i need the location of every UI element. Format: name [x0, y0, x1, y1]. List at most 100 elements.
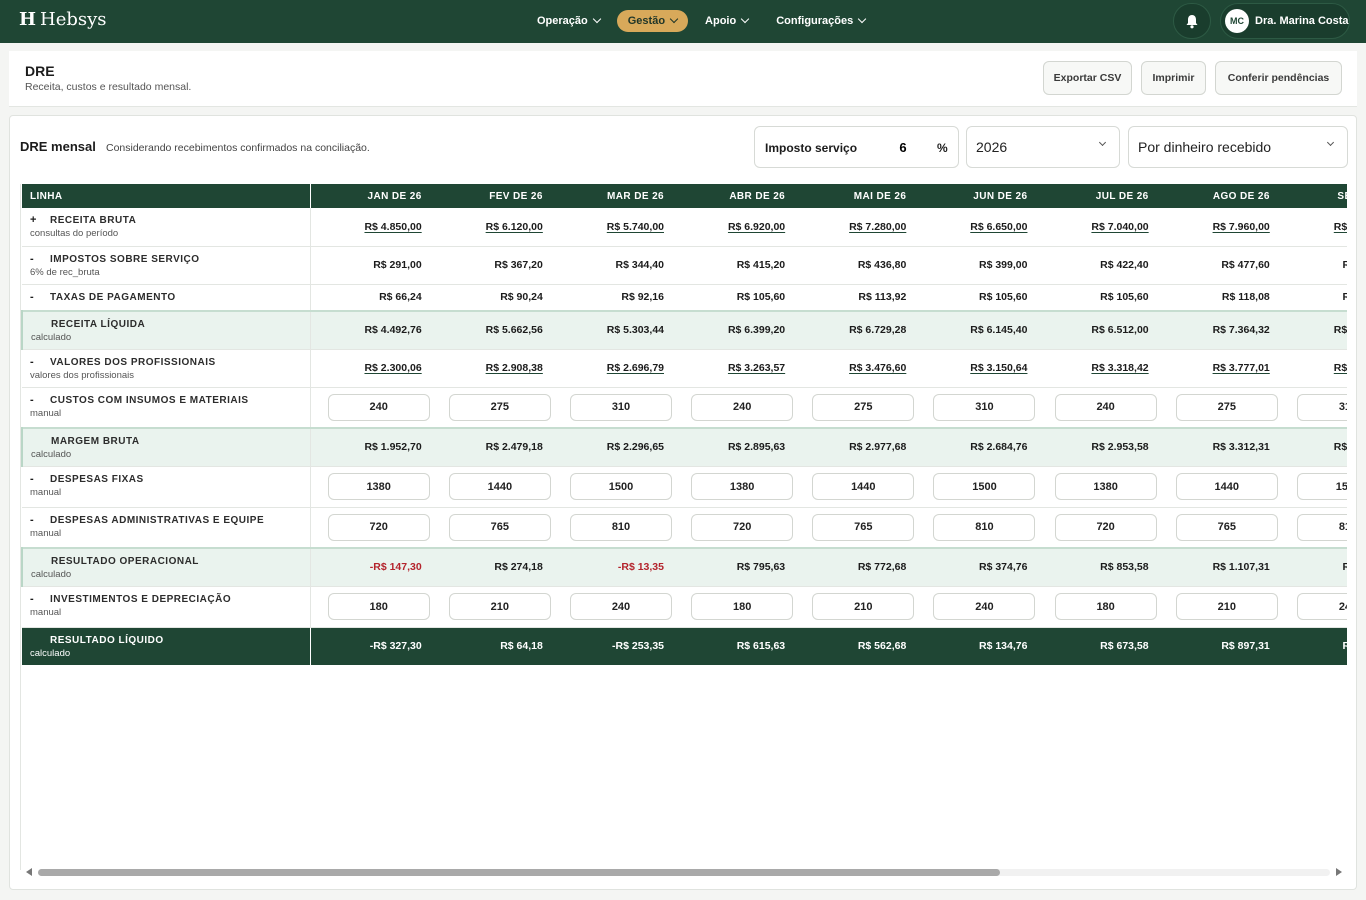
value-link[interactable]: R$ 7.040,00: [1091, 221, 1148, 233]
manual-value-input[interactable]: [933, 593, 1036, 620]
manual-value-input[interactable]: [691, 593, 794, 620]
manual-value-input[interactable]: [691, 513, 794, 541]
manual-value-input[interactable]: [327, 393, 430, 421]
value-link[interactable]: R$ 2.696,79: [607, 362, 664, 374]
value-link[interactable]: R$ 6.920,00: [728, 221, 785, 233]
manual-value-input[interactable]: [1297, 473, 1347, 500]
manual-value-input[interactable]: [1297, 593, 1347, 620]
value-link[interactable]: R$ 2.300,06: [364, 362, 421, 374]
manual-value-input[interactable]: [570, 593, 672, 620]
manual-value-input[interactable]: [1297, 513, 1347, 541]
manual-value-input[interactable]: [1175, 393, 1278, 421]
row-label: - IMPOSTOS SOBRE SERVIÇO 6% de rec_bruta: [22, 246, 312, 285]
brand-logo[interactable]: H Hebsys: [19, 9, 107, 30]
table-cell: R$ 1.952,70: [310, 428, 432, 467]
manual-value-input[interactable]: [812, 473, 915, 500]
table-cell: R$ 2.479,18: [431, 428, 553, 467]
value-link[interactable]: R$ 3.318,42: [1091, 362, 1148, 374]
notifications-button[interactable]: [1173, 3, 1211, 39]
mode-select[interactable]: Por dinheiro recebido: [1128, 126, 1348, 168]
print-button[interactable]: Imprimir: [1141, 61, 1206, 95]
manual-value-input[interactable]: [812, 593, 915, 620]
manual-value-input[interactable]: [570, 473, 672, 500]
value-link[interactable]: R$ 4.850,00: [364, 221, 421, 233]
dre-table-scroll[interactable]: LINHA JAN DE 26 FEV DE 26 MAR DE 26 ABR DE …: [20, 184, 1347, 870]
table-row: - DESPESAS ADMINISTRATIVAS E EQUIPE manual: [22, 507, 1347, 549]
manual-value-input[interactable]: [1054, 393, 1157, 421]
table-cell: R$ 64,18: [431, 627, 553, 665]
manual-value-input[interactable]: [570, 393, 672, 421]
nav-item-configuracoes[interactable]: Configurações: [765, 10, 876, 32]
export-csv-button[interactable]: Exportar CSV: [1043, 61, 1132, 95]
value-link[interactable]: R$ 6.650,00: [970, 221, 1027, 233]
table-cell: R$ 897,31: [1158, 627, 1280, 665]
row-sign: +: [30, 214, 37, 226]
value-link[interactable]: R$ 3.263,57: [728, 362, 785, 374]
value-link[interactable]: R$ 3.476,60: [849, 362, 906, 374]
row-label: MARGEM BRUTA calculado: [21, 428, 312, 467]
value-link[interactable]: R$ 7.530,00: [1334, 221, 1347, 233]
nav-item-apoio[interactable]: Apoio: [694, 10, 759, 32]
scroll-right-arrow[interactable]: [1336, 868, 1342, 876]
table-cell: R$ 291,00: [310, 246, 432, 285]
manual-value-input[interactable]: [327, 593, 430, 620]
row-sign: -: [30, 513, 34, 526]
manual-value-input[interactable]: [1297, 393, 1347, 421]
manual-value-input[interactable]: [933, 473, 1036, 500]
manual-value-input[interactable]: [570, 513, 672, 541]
value-text: -R$ 327,30: [369, 640, 422, 653]
value-text: R$ 451,80: [1343, 259, 1347, 271]
manual-value-input[interactable]: [691, 393, 794, 421]
manual-value-input[interactable]: [933, 393, 1036, 421]
table-cell: R$ 3.476,60: [795, 349, 917, 388]
manual-value-input[interactable]: [448, 593, 551, 620]
nav-item-gestao[interactable]: Gestão: [616, 10, 689, 32]
value-link[interactable]: R$ 5.740,00: [607, 221, 664, 233]
value-link[interactable]: R$ 2.908,38: [486, 362, 543, 374]
user-menu[interactable]: MC Dra. Marina Costa: [1220, 3, 1350, 39]
value-link[interactable]: R$ 7.280,00: [849, 221, 906, 233]
table-cell: [674, 387, 796, 429]
nav-item-operacao[interactable]: Operação: [526, 10, 611, 32]
value-text: R$ 795,63: [736, 561, 786, 574]
manual-value-input[interactable]: [933, 513, 1036, 541]
manual-value-input[interactable]: [448, 393, 551, 421]
manual-value-input[interactable]: [691, 473, 794, 500]
value-link[interactable]: R$ 3.777,01: [1213, 362, 1270, 374]
header-month: ABR DE 26: [674, 184, 796, 208]
row-sublabel: valores dos profissionais: [30, 369, 135, 381]
value-text: R$ 134,76: [979, 640, 1028, 653]
value-text: R$ 2.953,58: [1091, 441, 1149, 454]
manual-value-input[interactable]: [1175, 473, 1278, 500]
horizontal-scrollbar[interactable]: [20, 866, 1348, 878]
table-cell: R$ 570,00: [1279, 627, 1347, 665]
manual-value-input[interactable]: [327, 513, 430, 541]
value-text: R$ 2.977,68: [849, 441, 907, 454]
scrollbar-thumb[interactable]: [38, 869, 1000, 876]
manual-value-input[interactable]: [812, 513, 915, 541]
service-tax-input[interactable]: [873, 135, 933, 159]
manual-value-input[interactable]: [812, 393, 915, 421]
value-link[interactable]: R$ 7.960,00: [1213, 221, 1270, 233]
manual-value-input[interactable]: [1175, 593, 1278, 620]
dre-table: LINHA JAN DE 26 FEV DE 26 MAR DE 26 ABR DE …: [21, 184, 1347, 665]
manual-value-input[interactable]: [327, 473, 430, 500]
manual-value-input[interactable]: [1175, 513, 1278, 541]
manual-value-input[interactable]: [448, 513, 551, 541]
value-link[interactable]: R$ 3.542,50: [1334, 362, 1347, 374]
value-text: R$ 105,60: [736, 291, 786, 304]
scroll-left-arrow[interactable]: [26, 868, 32, 876]
value-text: R$ 1.952,70: [364, 441, 422, 454]
manual-value-input[interactable]: [1054, 593, 1157, 620]
manual-value-input[interactable]: [1054, 513, 1157, 541]
manual-value-input[interactable]: [448, 473, 551, 500]
table-cell: [916, 586, 1038, 628]
chevron-down-icon: [857, 14, 867, 24]
manual-value-input[interactable]: [1054, 473, 1157, 500]
header-month: MAI DE 26: [795, 184, 917, 208]
check-pending-button[interactable]: Conferir pendências: [1215, 61, 1342, 95]
value-link[interactable]: R$ 3.150,64: [970, 362, 1027, 374]
year-select[interactable]: 2026: [966, 126, 1120, 168]
value-link[interactable]: R$ 6.120,00: [486, 221, 543, 233]
table-cell: [795, 387, 917, 429]
